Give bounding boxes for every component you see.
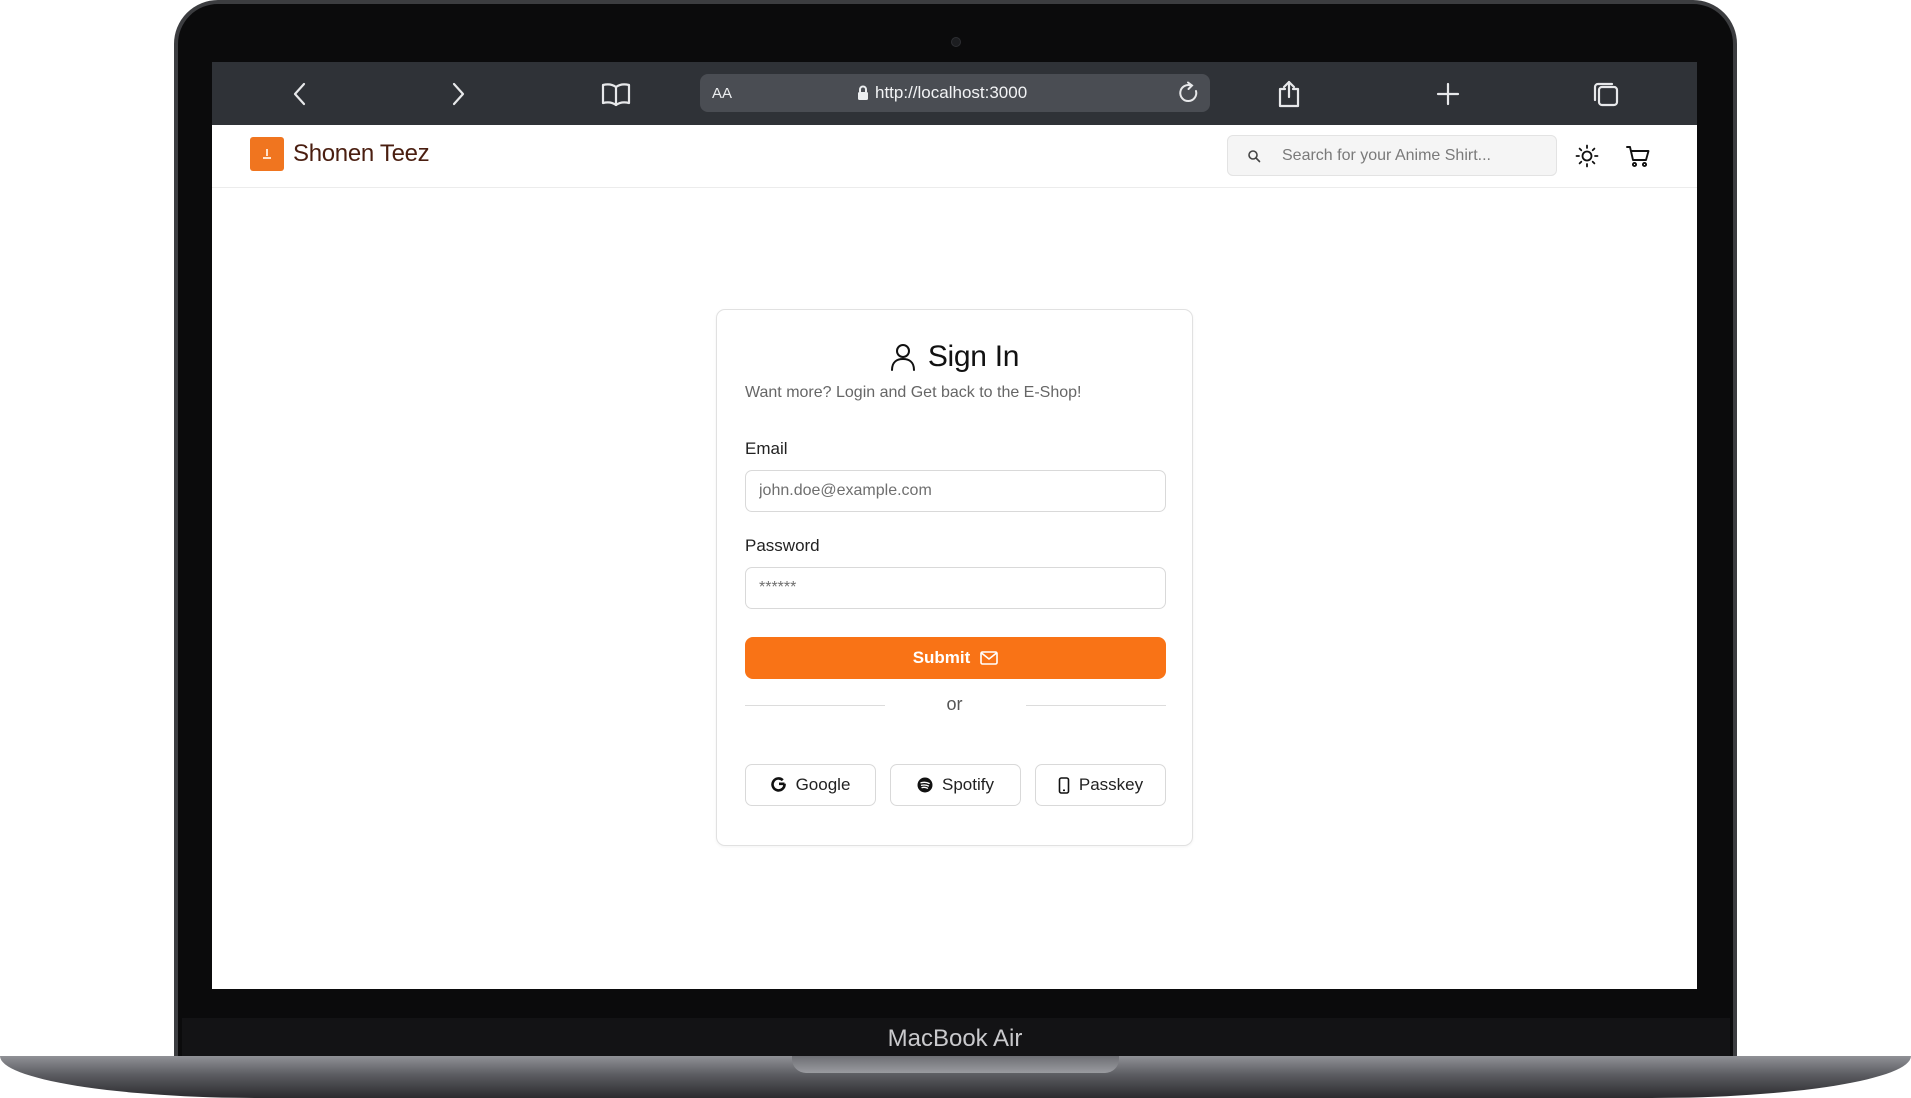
submit-button[interactable]: Submit (745, 637, 1166, 679)
app-header: Shonen Teez (212, 125, 1697, 188)
laptop-base-notch (792, 1056, 1119, 1073)
submit-label: Submit (912, 648, 971, 667)
device-label: MacBook Air (887, 1025, 1023, 1052)
cart-icon[interactable] (1625, 143, 1651, 169)
google-button[interactable]: Google (745, 764, 876, 806)
logo[interactable] (250, 137, 284, 171)
card-title-row: Sign In (717, 340, 1192, 374)
forward-icon (452, 82, 465, 106)
spotify-button[interactable]: Spotify (890, 764, 1021, 806)
search-icon (1248, 150, 1261, 163)
email-label: Email (745, 439, 788, 458)
forward-button[interactable] (440, 76, 476, 112)
bookmarks-button[interactable] (598, 76, 634, 112)
email-field[interactable] (745, 470, 1166, 512)
logo-icon (263, 149, 271, 159)
share-icon (1278, 80, 1300, 108)
spotify-label: Spotify (942, 775, 994, 794)
back-icon (293, 82, 306, 106)
url-text: http://localhost:3000 (875, 83, 1028, 102)
passkey-button[interactable]: Passkey (1035, 764, 1166, 806)
address-bar[interactable]: AA http://localhost:3000 (700, 74, 1210, 112)
tabs-icon (1593, 82, 1619, 107)
signin-card: Sign In Want more? Login and Get back to… (716, 309, 1193, 846)
brand-name[interactable]: Shonen Teez (293, 140, 430, 168)
google-icon (770, 777, 786, 792)
card-subtitle: Want more? Login and Get back to the E-S… (745, 384, 1082, 401)
back-button[interactable] (282, 76, 318, 112)
new-tab-icon (1436, 82, 1460, 106)
text-size-button[interactable]: AA (712, 85, 732, 102)
reload-icon[interactable] (1174, 78, 1204, 108)
new-tab-button[interactable] (1430, 76, 1466, 112)
browser-toolbar: AA http://localhost:3000 (212, 62, 1697, 125)
url-display: http://localhost:3000 (857, 83, 1027, 103)
lock-icon (858, 85, 868, 100)
bookmarks-icon (601, 83, 631, 107)
user-icon (890, 344, 915, 371)
divider-right (1026, 705, 1166, 706)
password-field[interactable] (745, 567, 1166, 609)
password-label: Password (745, 536, 820, 555)
spotify-icon (917, 777, 933, 793)
camera-icon (951, 37, 961, 47)
share-button[interactable] (1271, 76, 1307, 112)
screen: AA http://localhost:3000 Shonen Teez Sea… (212, 62, 1697, 989)
phone-icon (1058, 776, 1070, 794)
search-input[interactable] (1282, 145, 1547, 167)
search-box (1227, 135, 1557, 176)
google-label: Google (795, 775, 851, 794)
sun-icon[interactable] (1574, 143, 1600, 169)
mail-icon (980, 651, 999, 665)
tabs-button[interactable] (1588, 76, 1624, 112)
passkey-label: Passkey (1078, 775, 1144, 794)
card-title: Sign In (927, 340, 1020, 373)
